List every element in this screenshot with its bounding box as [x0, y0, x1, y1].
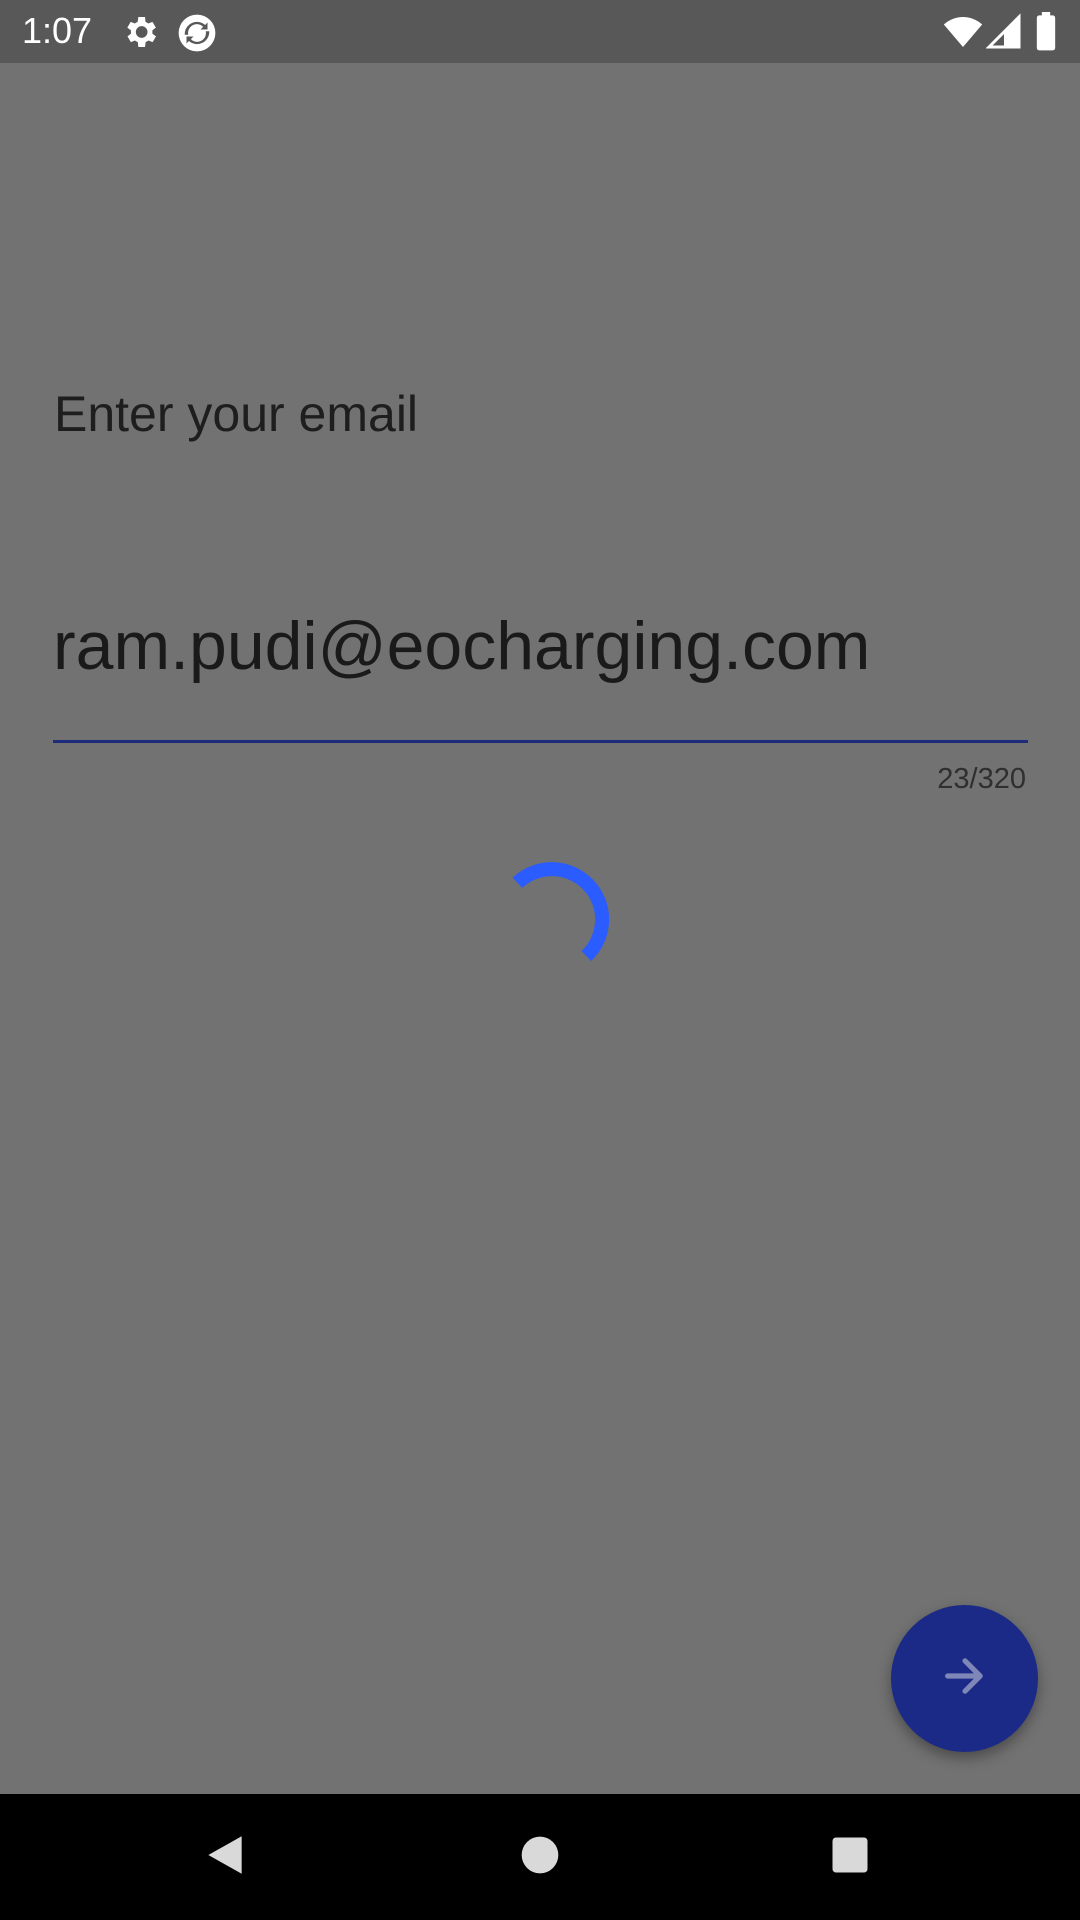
email-field-underline [53, 740, 1028, 743]
sync-app-icon [176, 12, 216, 52]
character-counter: 23/320 [937, 763, 1026, 795]
back-icon [200, 1830, 250, 1885]
arrow-right-icon [939, 1650, 991, 1707]
recents-icon [829, 1834, 871, 1881]
back-button[interactable] [190, 1822, 260, 1892]
settings-icon [120, 12, 160, 52]
email-prompt: Enter your email [54, 386, 419, 442]
loading-spinner [497, 856, 610, 968]
recents-button[interactable] [815, 1822, 885, 1892]
next-button[interactable] [891, 1605, 1038, 1752]
wifi-icon [942, 12, 983, 52]
cell-signal-icon [985, 12, 1026, 52]
navigation-bar [0, 1794, 1080, 1920]
email-value: ram.pudi@eocharging.com [53, 608, 871, 684]
status-bar: 1:07 [0, 0, 1080, 63]
status-time: 1:07 [22, 10, 93, 51]
home-icon [518, 1833, 562, 1882]
battery-icon [1034, 12, 1074, 52]
email-field[interactable]: ram.pudi@eocharging.com [53, 600, 1028, 692]
screen: 1:07 Enter your email ram.pudi@eochargin… [0, 0, 1080, 1920]
home-button[interactable] [505, 1822, 575, 1892]
